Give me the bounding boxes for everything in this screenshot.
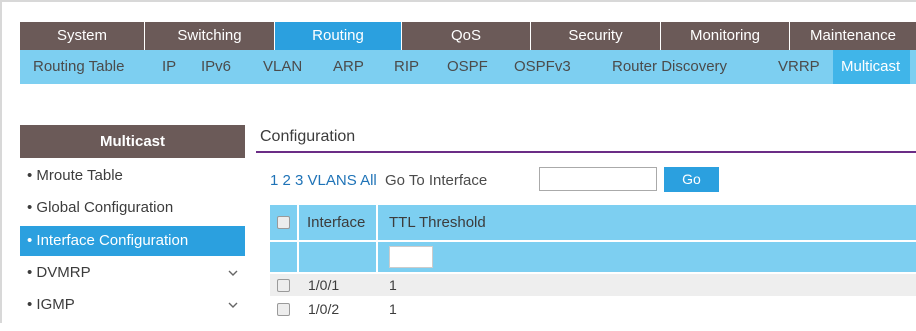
column-header-ttl-threshold[interactable]: TTL Threshold (389, 205, 486, 240)
page-link-vlans[interactable]: VLANS (308, 172, 357, 189)
main-menu: System Switching Routing QoS Security Mo… (20, 22, 916, 50)
page-link-1[interactable]: 1 (270, 172, 278, 189)
main-tab-maintenance[interactable]: Maintenance (790, 22, 916, 50)
sidebar-item-dvmrp[interactable]: • DVMRP (20, 258, 245, 288)
sidebar-item-global-configuration[interactable]: • Global Configuration (20, 193, 245, 223)
sub-item-vlan[interactable]: VLAN (263, 50, 302, 84)
go-button[interactable]: Go (664, 167, 719, 192)
page-link-2[interactable]: 2 (283, 172, 291, 189)
sidebar-item-label: IGMP (36, 296, 75, 313)
table-header: Interface TTL Threshold (270, 205, 916, 240)
sidebar-item-label: Mroute Table (36, 167, 123, 184)
chevron-down-icon[interactable] (228, 290, 238, 331)
page-link-3[interactable]: 3 (295, 172, 303, 189)
table-row[interactable]: 1/0/1 1 (270, 274, 916, 296)
sidebar-item-label: Global Configuration (36, 199, 174, 216)
column-divider (376, 205, 378, 240)
app-frame: System Switching Routing QoS Security Mo… (0, 0, 916, 323)
main-tab-switching[interactable]: Switching (145, 22, 274, 50)
bullet: • (27, 232, 37, 249)
sidebar-title: Multicast (20, 125, 245, 158)
main-tab-qos[interactable]: QoS (402, 22, 530, 50)
column-divider (297, 242, 299, 272)
sub-item-router-discovery[interactable]: Router Discovery (612, 50, 727, 84)
sub-item-ip[interactable]: IP (162, 50, 176, 84)
sub-item-routing-table[interactable]: Routing Table (33, 50, 124, 84)
bullet: • (27, 199, 37, 216)
table-filter-row (270, 242, 916, 272)
table-row[interactable]: 1/0/2 1 (270, 298, 916, 320)
main-tab-routing[interactable]: Routing (275, 22, 401, 50)
column-header-interface[interactable]: Interface (307, 205, 365, 240)
title-underline (256, 151, 916, 153)
sub-item-arp[interactable]: ARP (333, 50, 364, 84)
sidebar-item-interface-configuration[interactable]: • Interface Configuration (20, 226, 245, 256)
page-link-all[interactable]: All (360, 172, 377, 189)
sidebar-item-label: Interface Configuration (36, 232, 189, 249)
bullet: • (27, 264, 37, 281)
row-checkbox[interactable] (277, 303, 290, 316)
row-checkbox[interactable] (277, 279, 290, 292)
interface-cell: 1/0/2 (308, 301, 340, 317)
sub-item-ospfv3[interactable]: OSPFv3 (514, 50, 571, 84)
sidebar-item-label: DVMRP (36, 264, 91, 281)
sub-item-multicast[interactable]: Multicast (833, 50, 911, 84)
main-tab-system[interactable]: System (20, 22, 144, 50)
sidebar-item-mroute-table[interactable]: • Mroute Table (20, 161, 245, 191)
column-divider (376, 242, 378, 272)
select-all-checkbox[interactable] (277, 216, 290, 229)
sub-item-rip[interactable]: RIP (394, 50, 419, 84)
sub-item-vrrp[interactable]: VRRP (778, 50, 820, 84)
column-divider (297, 205, 299, 240)
bullet: • (27, 296, 37, 313)
ttl-cell: 1 (389, 301, 397, 317)
frame-border-left (0, 0, 2, 323)
sub-item-ospf[interactable]: OSPF (447, 50, 488, 84)
goto-interface-input[interactable] (539, 167, 657, 191)
main-tab-monitoring[interactable]: Monitoring (661, 22, 789, 50)
ttl-cell: 1 (389, 277, 397, 293)
interface-cell: 1/0/1 (308, 277, 340, 293)
page-title: Configuration (260, 128, 356, 145)
sub-item-ipv6[interactable]: IPv6 (201, 50, 231, 84)
ttl-threshold-input[interactable] (389, 246, 433, 268)
sidebar-item-igmp[interactable]: • IGMP (20, 290, 245, 320)
pagination-bar: 1 2 3 VLANS All Go To Interface (270, 172, 487, 189)
bullet: • (27, 167, 37, 184)
sub-menu: Routing Table IP IPv6 VLAN ARP RIP OSPF … (20, 50, 916, 84)
main-tab-security[interactable]: Security (531, 22, 660, 50)
frame-border-top (0, 0, 916, 2)
goto-interface-label: Go To Interface (384, 172, 488, 189)
